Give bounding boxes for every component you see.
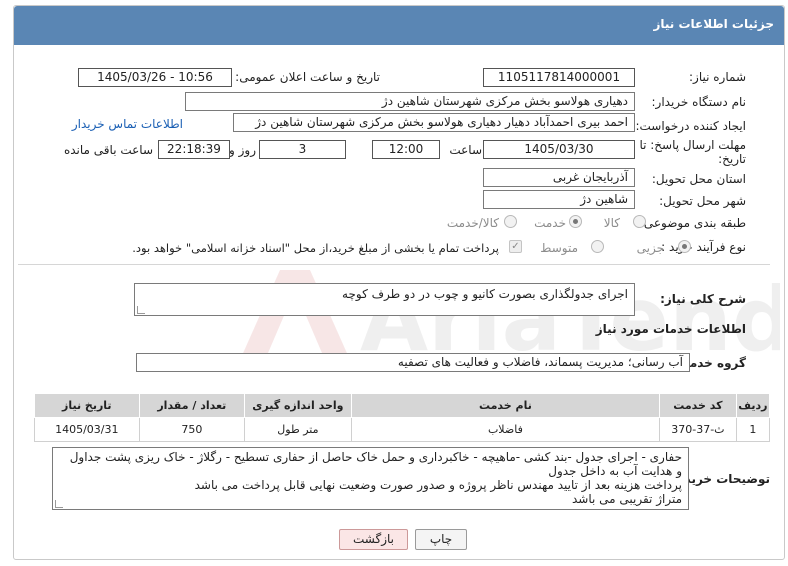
days-remaining-field: 3 xyxy=(259,140,346,159)
buyer-notes-textarea[interactable]: حفاری - اجرای جدول -بند کشی -ماهیچه - خا… xyxy=(52,447,689,510)
description-text: اجرای جدولگذاری بصورت کانیو و چوب در دو … xyxy=(342,287,628,301)
announce-field: 1405/03/26 - 10:56 xyxy=(78,68,232,87)
category-goods-radio[interactable] xyxy=(633,215,646,228)
cell-row-number: 1 xyxy=(735,417,771,442)
resize-handle-icon[interactable] xyxy=(137,306,145,314)
treasury-payment-note: پرداخت تمام یا بخشی از مبلغ خرید،از محل … xyxy=(132,241,499,255)
resize-handle-icon[interactable] xyxy=(55,500,63,508)
col-quantity: تعداد / مقدار xyxy=(138,393,246,418)
deadline-date-field: 1405/03/30 xyxy=(483,140,635,159)
page-title: جزئیات اطلاعات نیاز xyxy=(653,17,774,31)
cell-service-name: فاضلاب xyxy=(350,417,661,442)
time-remaining-label: ساعت باقی مانده xyxy=(63,143,153,157)
category-goods-service-radio[interactable] xyxy=(504,215,517,228)
description-textarea[interactable]: اجرای جدولگذاری بصورت کانیو و چوب در دو … xyxy=(134,283,635,316)
time-remaining-field: 22:18:39 xyxy=(158,140,230,159)
treasury-payment-checkbox[interactable]: ✓ xyxy=(509,240,522,253)
table-header-row: ردیف کد خدمت نام خدمت واحد اندازه گیری ت… xyxy=(34,393,771,418)
deadline-time-label: ساعت xyxy=(449,143,482,157)
buyer-notes-line: حفاری - اجرای جدول -بند کشی -ماهیچه - خا… xyxy=(69,450,682,464)
header-bar: جزئیات اطلاعات نیاز xyxy=(14,6,784,45)
need-number-label: شماره نیاز: xyxy=(689,70,746,84)
table-row: 1 ث-37-370 فاضلاب متر طول 750 1405/03/31 xyxy=(34,417,771,442)
description-label: شرح کلی نیاز: xyxy=(660,292,746,306)
col-unit: واحد اندازه گیری xyxy=(244,393,352,418)
province-label: استان محل تحویل: xyxy=(651,172,746,186)
category-goods-service-label: کالا/خدمت xyxy=(446,216,499,230)
city-field: شاهین دژ xyxy=(483,190,635,209)
deadline-label: مهلت ارسال پاسخ: تا تاریخ: xyxy=(639,138,746,166)
purchase-minor-radio[interactable] xyxy=(678,240,691,253)
purchase-medium-label: متوسط xyxy=(540,241,578,255)
days-label: روز و xyxy=(229,143,256,157)
service-group-field: آب رسانی؛ مدیریت پسماند، فاضلاب و فعالیت… xyxy=(136,353,690,372)
buyer-notes-line: متراژ تقریبی می باشد xyxy=(571,492,682,506)
announce-label: تاریخ و ساعت اعلان عمومی: xyxy=(235,70,380,84)
buyer-org-field: دهیاری هولاسو بخش مرکزی شهرستان شاهین دژ xyxy=(185,92,635,111)
cell-need-date: 1405/03/31 xyxy=(34,417,140,442)
col-row-number: ردیف xyxy=(735,393,771,418)
category-label: طبقه بندی موضوعی: xyxy=(639,216,746,230)
province-field: آذربایجان غربی xyxy=(483,168,635,187)
creator-label: ایجاد کننده درخواست: xyxy=(635,119,746,133)
cell-quantity: 750 xyxy=(138,417,246,442)
buyer-notes-line: و هدایت آب به داخل جدول xyxy=(548,464,682,478)
purchase-medium-radio[interactable] xyxy=(591,240,604,253)
buyer-org-label: نام دستگاه خریدار: xyxy=(651,95,747,109)
category-service-label: خدمت xyxy=(534,216,566,230)
col-service-name: نام خدمت xyxy=(350,393,661,418)
need-number-field: 1105117814000001 xyxy=(483,68,635,87)
purchase-type-label: نوع فرآیند خرید : xyxy=(661,240,746,254)
cell-service-code: ث-37-370 xyxy=(659,417,737,442)
buyer-contact-link[interactable]: اطلاعات تماس خریدار xyxy=(72,117,183,131)
category-goods-label: کالا xyxy=(603,216,620,230)
creator-field: احمد بیری احمدآباد دهیار دهیاری هولاسو ب… xyxy=(233,113,635,132)
city-label: شهر محل تحویل: xyxy=(659,194,746,208)
print-button[interactable]: چاپ xyxy=(415,529,467,550)
back-button[interactable]: بازگشت xyxy=(339,529,408,550)
buyer-notes-line: پرداخت هزینه بعد از تایید مهندس ناظر پرو… xyxy=(194,478,682,492)
purchase-minor-label: جزیی xyxy=(636,241,664,255)
deadline-time-field: 12:00 xyxy=(372,140,440,159)
col-need-date: تاریخ نیاز xyxy=(34,393,140,418)
services-table: ردیف کد خدمت نام خدمت واحد اندازه گیری ت… xyxy=(34,393,771,442)
category-service-radio[interactable] xyxy=(569,215,582,228)
col-service-code: کد خدمت xyxy=(659,393,737,418)
divider xyxy=(18,264,770,265)
cell-unit: متر طول xyxy=(244,417,352,442)
services-section-title: اطلاعات خدمات مورد نیاز xyxy=(595,322,746,336)
